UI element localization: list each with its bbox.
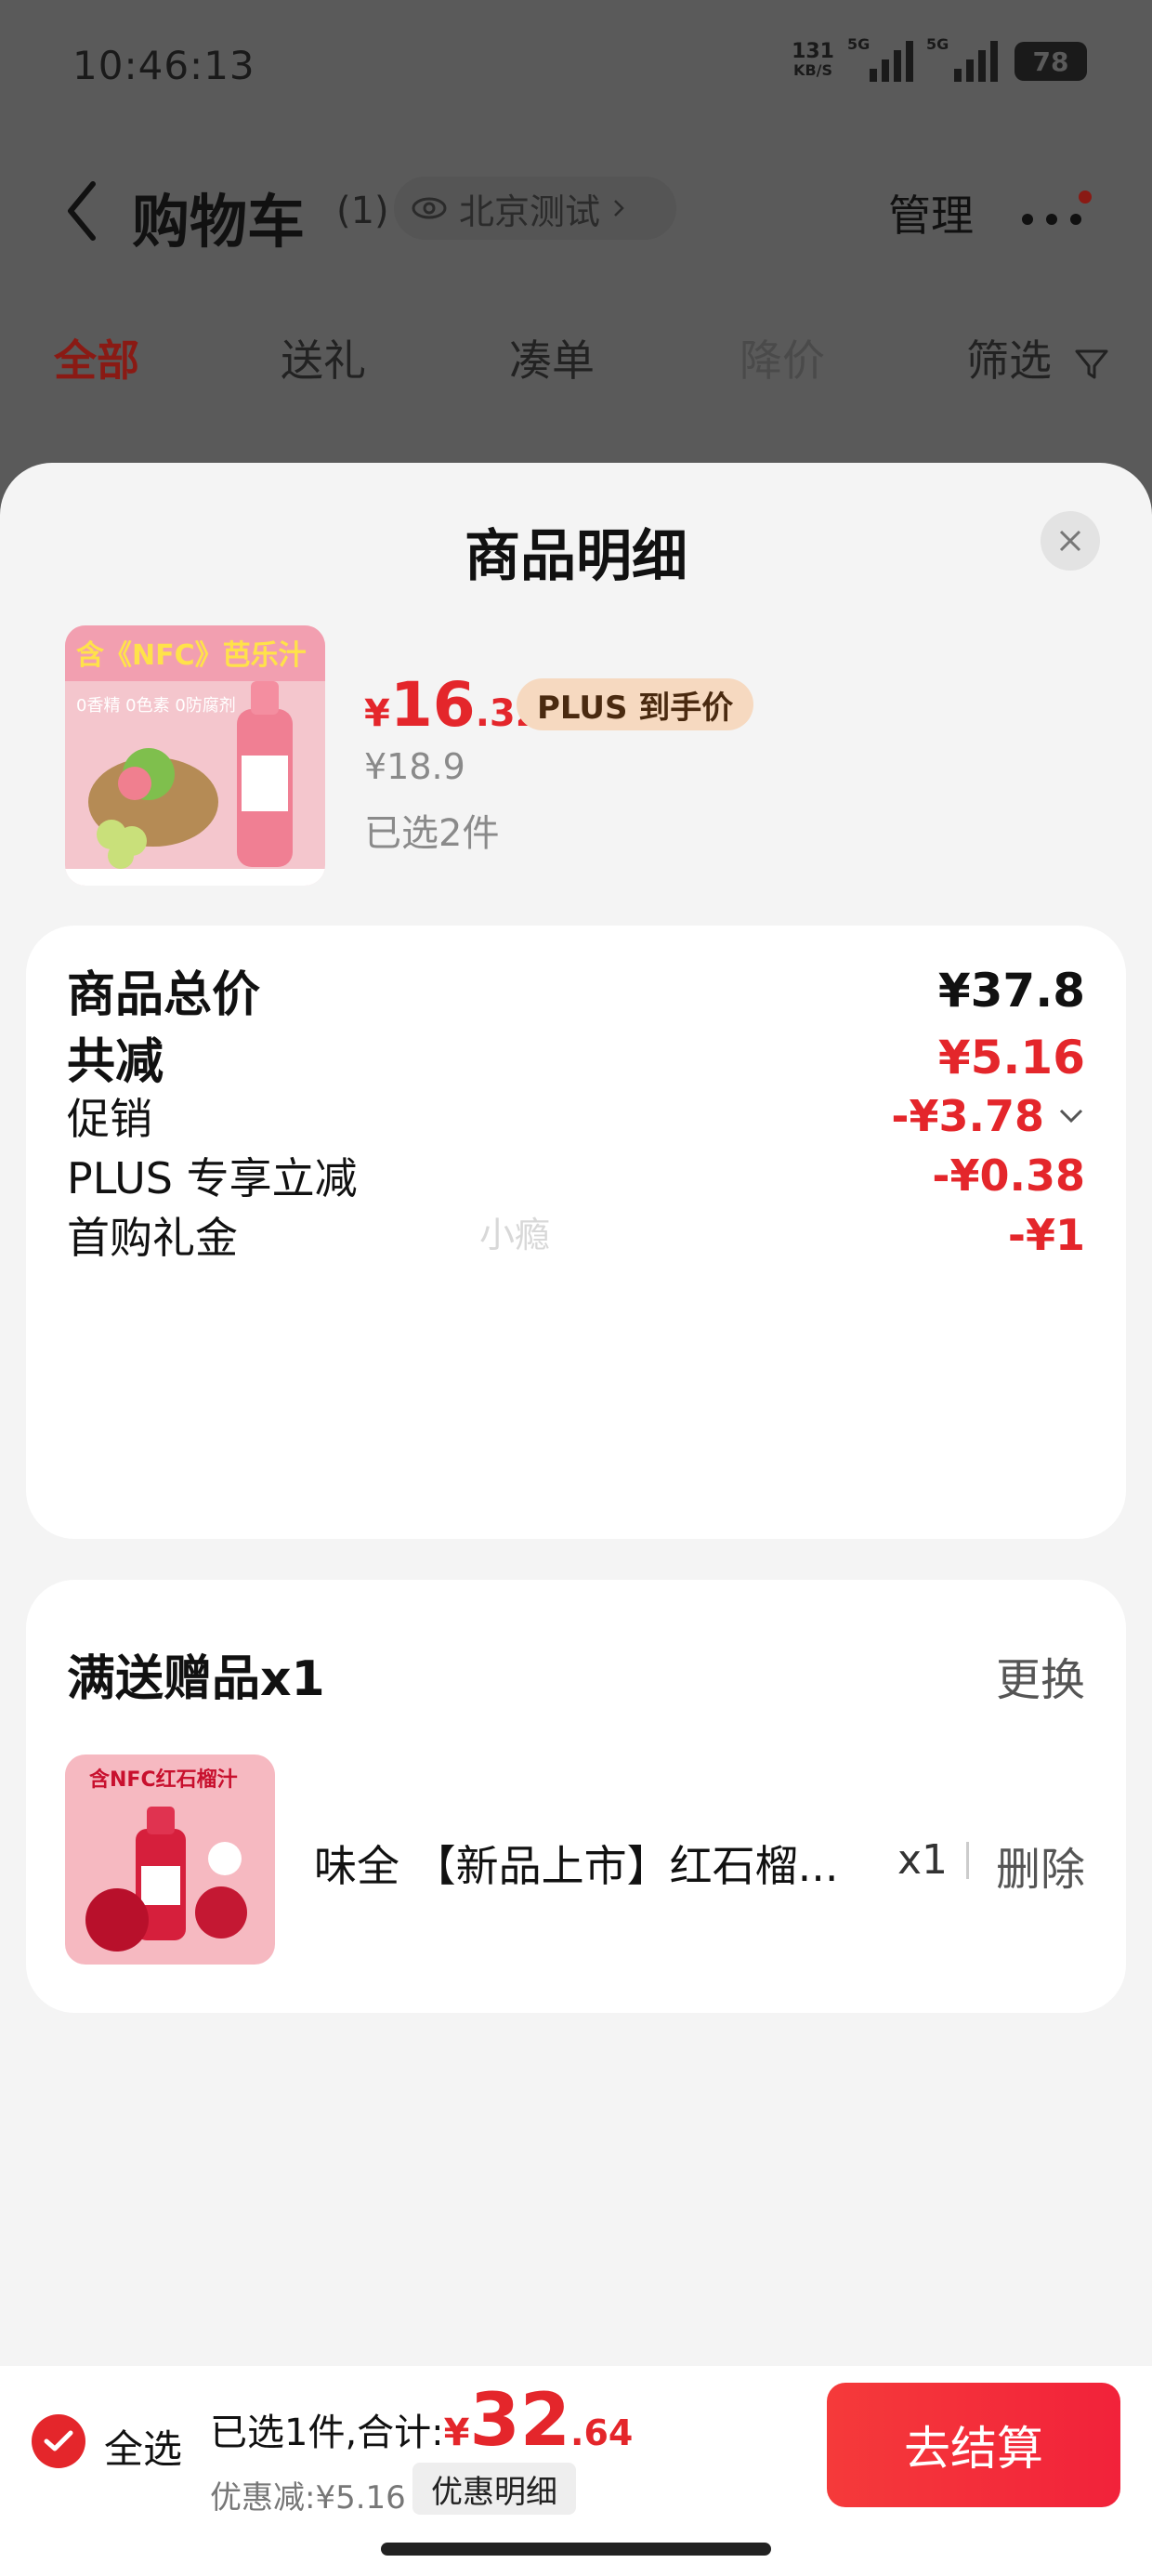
status-indicators: 131 KB/S 5G 5G 78 [792, 35, 1087, 82]
total-dec: .64 [570, 2412, 634, 2453]
cart-count: (1) [336, 190, 389, 232]
promo-row[interactable]: 促销 -¥3.78 [67, 1085, 1085, 1147]
more-icon[interactable] [1018, 186, 1093, 242]
product-price: ¥ 16 .32 [364, 669, 542, 741]
manage-button[interactable]: 管理 [888, 182, 974, 243]
plus-price-badge: PLUS 到手价 [517, 678, 754, 730]
total-price-value: ¥37.8 [937, 963, 1085, 1018]
product-detail-sheet: 商品明细 含《NFC》芭乐汁 0香精 0色素 0防腐剂 ¥ 16 .32 PLU… [0, 463, 1152, 2576]
checkout-button[interactable]: 去结算 [827, 2383, 1120, 2507]
plus-discount-value: -¥0.38 [932, 1150, 1085, 1201]
tab-filter-label: 筛选 [966, 335, 1052, 386]
signal-icon-2: 5G [926, 35, 998, 82]
signal-icon: 5G [847, 35, 913, 82]
watermark: 小瘾 [479, 1215, 551, 1255]
promo-label: 促销 [67, 1094, 152, 1144]
swap-gift-button[interactable]: 更换 [996, 1643, 1085, 1708]
price-yen: ¥ [364, 692, 390, 735]
price-breakdown-card: 商品总价 ¥37.8 共减 ¥5.16 促销 -¥3.78 PLUS 专享立减 … [26, 926, 1126, 1539]
gift-card: 满送赠品x1 更换 含NFC红石榴汁 味全 【新品上市】红石榴... x1 删除 [26, 1580, 1126, 2013]
gift-title: 满送赠品x1 [67, 1651, 325, 1707]
filter-icon [1075, 349, 1108, 378]
tab-combine[interactable]: 凑单 [509, 327, 595, 388]
chevron-down-icon [1059, 1109, 1083, 1124]
original-price: ¥18.9 [364, 746, 465, 787]
checkmark-icon [44, 2430, 73, 2451]
divider [966, 1842, 969, 1879]
home-indicator[interactable] [381, 2543, 771, 2556]
checkout-bar: 全选 已选1件,合计: ¥ 32 .64 优惠减:¥5.16 优惠明细 去结算 [0, 2366, 1152, 2576]
delete-gift-button[interactable]: 删除 [996, 1833, 1085, 1898]
network-speed-value: 131 [792, 40, 834, 63]
svg-text:0香精 0色素 0防腐剂: 0香精 0色素 0防腐剂 [76, 696, 236, 716]
cart-header: 购物车 (1) 北京测试 管理 [0, 158, 1152, 260]
gift-quantity: x1 [897, 1836, 949, 1884]
discount-text: 优惠减:¥5.16 [210, 2479, 406, 2517]
select-all-label[interactable]: 全选 [104, 2418, 182, 2475]
network-speed-unit: KB/S [793, 61, 833, 79]
first-purchase-row: 首购礼金 -¥1 [67, 1204, 1085, 1266]
total-int: 32 [469, 2379, 571, 2463]
tab-filter[interactable]: 筛选 [966, 327, 1110, 388]
product-image[interactable]: 含《NFC》芭乐汁 0香精 0色素 0防腐剂 [65, 625, 325, 886]
total-yen: ¥ [443, 2412, 470, 2454]
eye-icon [412, 197, 447, 219]
tab-gift[interactable]: 送礼 [281, 327, 366, 388]
network-speed: 131 KB/S [792, 40, 834, 80]
total-price-label: 商品总价 [67, 967, 261, 1023]
tab-price-drop[interactable]: 降价 [740, 327, 825, 388]
promo-value: -¥3.78 [891, 1091, 1044, 1141]
sim2-tag: 5G [926, 35, 949, 53]
svg-text:含《NFC》芭乐汁: 含《NFC》芭乐汁 [76, 639, 307, 672]
gift-image[interactable]: 含NFC红石榴汁 [65, 1755, 275, 1965]
plus-discount-label: PLUS 专享立减 [67, 1153, 358, 1203]
first-purchase-label: 首购礼金 [67, 1213, 238, 1263]
page-title: 购物车 [132, 188, 306, 256]
status-time: 10:46:13 [72, 43, 255, 88]
selected-count: 已选2件 [364, 812, 500, 855]
status-bar: 10:46:13 131 KB/S 5G 5G 78 [0, 0, 1152, 139]
svg-text:含NFC红石榴汁: 含NFC红石榴汁 [89, 1768, 238, 1792]
sim1-tag: 5G [847, 35, 871, 53]
select-all-checkbox[interactable] [32, 2414, 85, 2468]
total-reduce-row: 共减 ¥5.16 [67, 1022, 1085, 1092]
tab-all[interactable]: 全部 [54, 327, 139, 388]
gift-name: 味全 【新品上市】红石榴... [314, 1841, 839, 1891]
total-reduce-value: ¥5.16 [937, 1030, 1085, 1084]
close-button[interactable] [1041, 511, 1100, 571]
cart-tabs: 全部 送礼 凑单 降价 筛选 [0, 316, 1152, 400]
location-label: 北京测试 [459, 191, 601, 232]
sheet-title: 商品明细 [465, 524, 687, 589]
discount-detail-button[interactable]: 优惠明细 [412, 2463, 576, 2515]
back-arrow-icon[interactable] [63, 178, 100, 243]
summary-text: 已选1件,合计: [210, 2412, 444, 2454]
first-purchase-value: -¥1 [1007, 1210, 1085, 1260]
location-selector[interactable]: 北京测试 [394, 177, 676, 240]
order-summary: 已选1件,合计: ¥ 32 .64 [210, 2385, 633, 2457]
plus-discount-row: PLUS 专享立减 -¥0.38 [67, 1145, 1085, 1206]
chevron-right-icon [614, 200, 624, 217]
total-reduce-label: 共减 [67, 1034, 164, 1090]
close-icon [1059, 530, 1081, 552]
price-int: 16 [389, 669, 476, 741]
battery-icon: 78 [1015, 42, 1087, 81]
total-price-row: 商品总价 ¥37.8 [67, 955, 1085, 1025]
